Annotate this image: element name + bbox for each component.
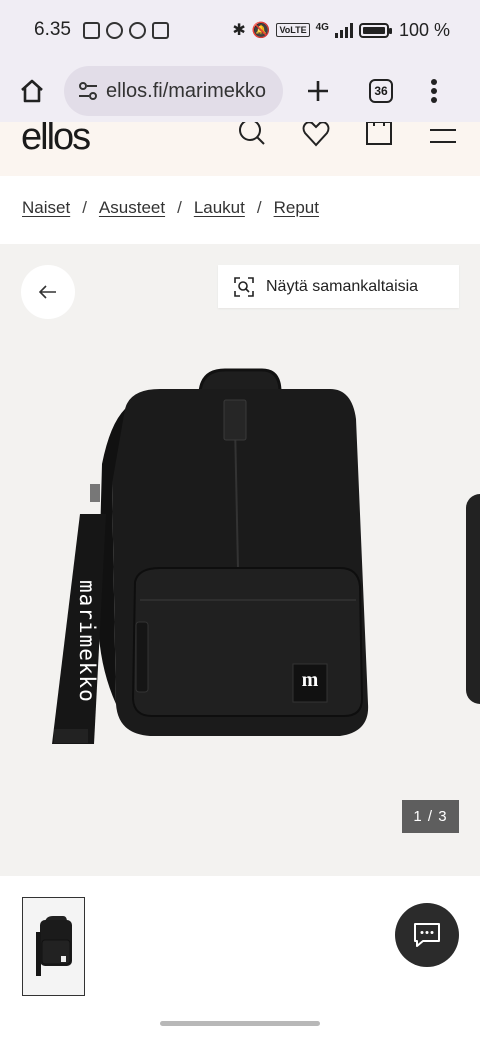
menu-icon[interactable] [430, 122, 456, 148]
bluetooth-icon: ✱ [232, 22, 246, 39]
new-tab-icon [308, 81, 328, 101]
strap-brand-text: marimekko [75, 580, 99, 703]
battery-level: 100 % [398, 19, 450, 40]
breadcrumb-separator: / [82, 198, 87, 217]
url-text: ellos.fi/marimekko [106, 79, 267, 102]
breadcrumb: Naiset / Asusteet / Laukut / Reput [22, 198, 319, 218]
status-bar: 6.35 ✱ 🔕 VoLTE 4G 100 % [0, 0, 480, 60]
mute-icon: 🔕 [251, 22, 271, 39]
volte-icon: VoLTE [276, 23, 310, 37]
breadcrumb-asusteet[interactable]: Asusteet [99, 198, 165, 218]
tab-switcher-button[interactable]: 36 [353, 79, 409, 103]
show-similar-button[interactable]: Näytä samankaltaisia [218, 265, 459, 308]
alarm-icon [105, 21, 123, 39]
breadcrumb-naiset[interactable]: Naiset [22, 198, 70, 218]
site-settings-icon[interactable] [78, 81, 98, 101]
product-gallery[interactable]: Näytä samankaltaisia m marimekko 1 / 3 [0, 244, 480, 876]
browser-toolbar: ellos.fi/marimekko 36 [0, 60, 480, 122]
more-vert-icon [431, 79, 437, 103]
product-image-backpack: m marimekko [52, 368, 369, 744]
signal-icon [334, 22, 353, 38]
whatsapp-icon [128, 21, 146, 39]
home-icon [21, 79, 43, 103]
network-type: 4G [315, 21, 329, 33]
nfc-icon [82, 21, 100, 39]
arrow-left-icon [39, 285, 56, 299]
back-button[interactable] [21, 265, 75, 319]
show-similar-label: Näytä samankaltaisia [266, 277, 419, 295]
breadcrumb-laukut[interactable]: Laukut [194, 198, 245, 218]
next-image-peek [466, 494, 480, 704]
breadcrumb-separator: / [177, 198, 182, 217]
new-tab-button[interactable] [283, 79, 353, 103]
address-bar[interactable]: ellos.fi/marimekko [64, 66, 283, 116]
breadcrumb-separator: / [256, 198, 262, 217]
wishlist-icon[interactable] [302, 122, 330, 148]
chat-button[interactable] [395, 903, 459, 967]
status-time: 6.35 [34, 19, 71, 40]
browser-menu-button[interactable] [409, 78, 459, 104]
thumbnail-1[interactable] [22, 897, 85, 996]
home-button[interactable] [0, 77, 64, 105]
cart-icon[interactable] [365, 122, 393, 148]
site-header: ellos [0, 122, 480, 176]
visual-search-icon [234, 276, 254, 297]
gesture-nav-bar[interactable] [160, 1021, 320, 1026]
image-counter: 1 / 3 [402, 800, 459, 833]
site-logo[interactable]: ellos [21, 122, 91, 159]
battery-icon [358, 22, 392, 38]
thumbnail-image [23, 898, 83, 994]
search-icon[interactable] [238, 122, 266, 148]
message-icon [151, 21, 169, 39]
breadcrumb-reput[interactable]: Reput [274, 198, 319, 218]
tab-count: 36 [369, 79, 393, 103]
brand-patch-letter: m [302, 669, 319, 691]
chat-icon [414, 923, 440, 947]
